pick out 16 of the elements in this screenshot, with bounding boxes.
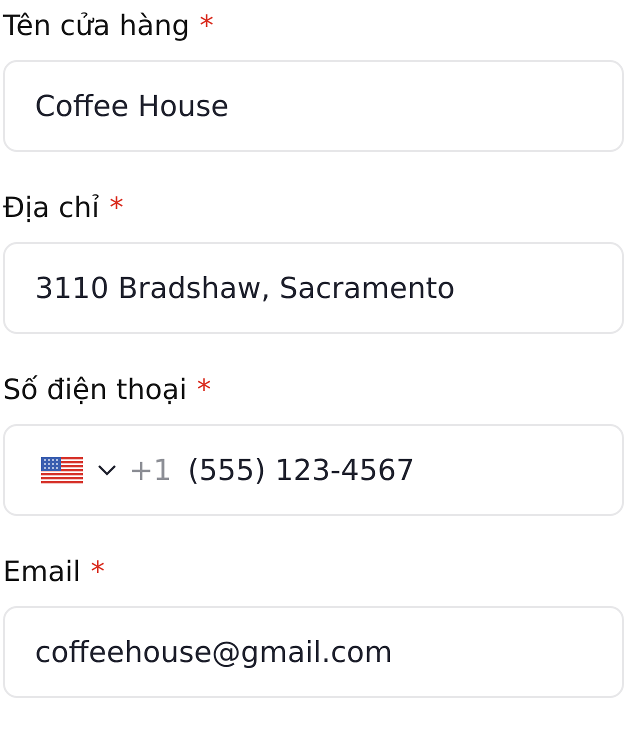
field-label: Số điện thoại * [3, 372, 212, 408]
required-mark: * [109, 191, 124, 224]
text-field[interactable]: 3110 Bradshaw, Sacramento [3, 242, 624, 334]
chevron-down-icon [97, 464, 117, 476]
required-mark: * [200, 9, 214, 42]
phone-number-input[interactable]: (555) 123-4567 [188, 453, 592, 487]
flag-icon [41, 456, 83, 484]
text-field[interactable]: Coffee House [3, 60, 624, 152]
field-label: Email * [3, 554, 106, 590]
field-label: Tên cửa hàng * [3, 8, 215, 44]
required-mark: * [90, 555, 105, 588]
field-label: Địa chỉ * [3, 190, 124, 226]
dial-code: +1 [129, 453, 172, 487]
phone-field[interactable]: +1 (555) 123-4567 [3, 424, 624, 516]
text-field[interactable]: coffeehouse@gmail.com [3, 606, 624, 698]
required-mark: * [197, 373, 212, 406]
